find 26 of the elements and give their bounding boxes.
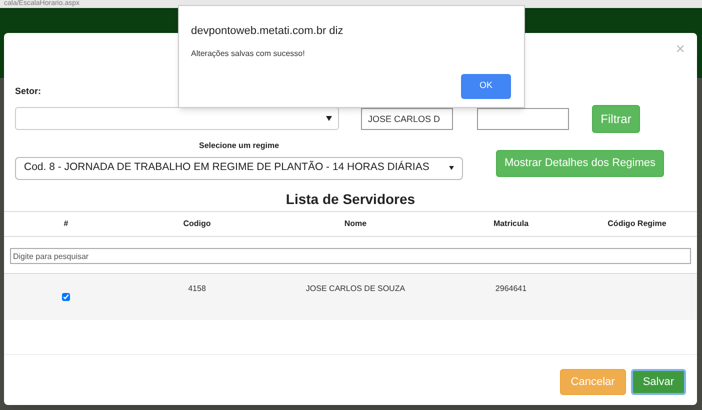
alert-title: devpontoweb.metati.com.br diz <box>190 24 344 39</box>
save-button[interactable]: Salvar <box>630 369 686 395</box>
setor-label: Setor: <box>15 85 42 98</box>
table-cell-text: 4158 <box>187 282 207 294</box>
cancel-button[interactable]: Cancelar <box>560 369 626 395</box>
column-header: Nome <box>343 218 368 230</box>
row-checkbox[interactable] <box>62 292 70 300</box>
filter-button[interactable]: Filtrar <box>592 104 640 132</box>
input-field[interactable] <box>477 108 569 130</box>
caret-icon <box>449 166 454 170</box>
name-field[interactable]: JOSE CARLOS D <box>361 108 453 130</box>
regime-select[interactable]: Cod. 8 - JORNADA DE TRABALHO EM REGIME DE PLANTÃO - 14 HORAS DIÁRIAS <box>15 156 463 180</box>
close-button[interactable]: × <box>676 42 685 58</box>
table-title: Lista de Servidores <box>284 190 416 208</box>
column-header: # <box>62 218 70 230</box>
ok-button[interactable]: OK <box>461 74 511 98</box>
column-header: Codigo <box>182 218 212 230</box>
alert-message: Alterações salvas com sucesso! <box>190 48 306 60</box>
table-cell-text: 2964641 <box>494 282 528 294</box>
table-cell-text: JOSE CARLOS DE SOUZA <box>304 282 406 294</box>
regime-label: Selecione um regime <box>198 140 280 152</box>
search-field[interactable]: Digite para pesquisar <box>10 248 691 264</box>
details-button[interactable]: Mostrar Detalhes dos Regimes <box>496 150 664 176</box>
caret-icon <box>326 116 332 120</box>
column-header: Matricula <box>492 218 530 230</box>
column-header: Código Regime <box>606 218 668 230</box>
